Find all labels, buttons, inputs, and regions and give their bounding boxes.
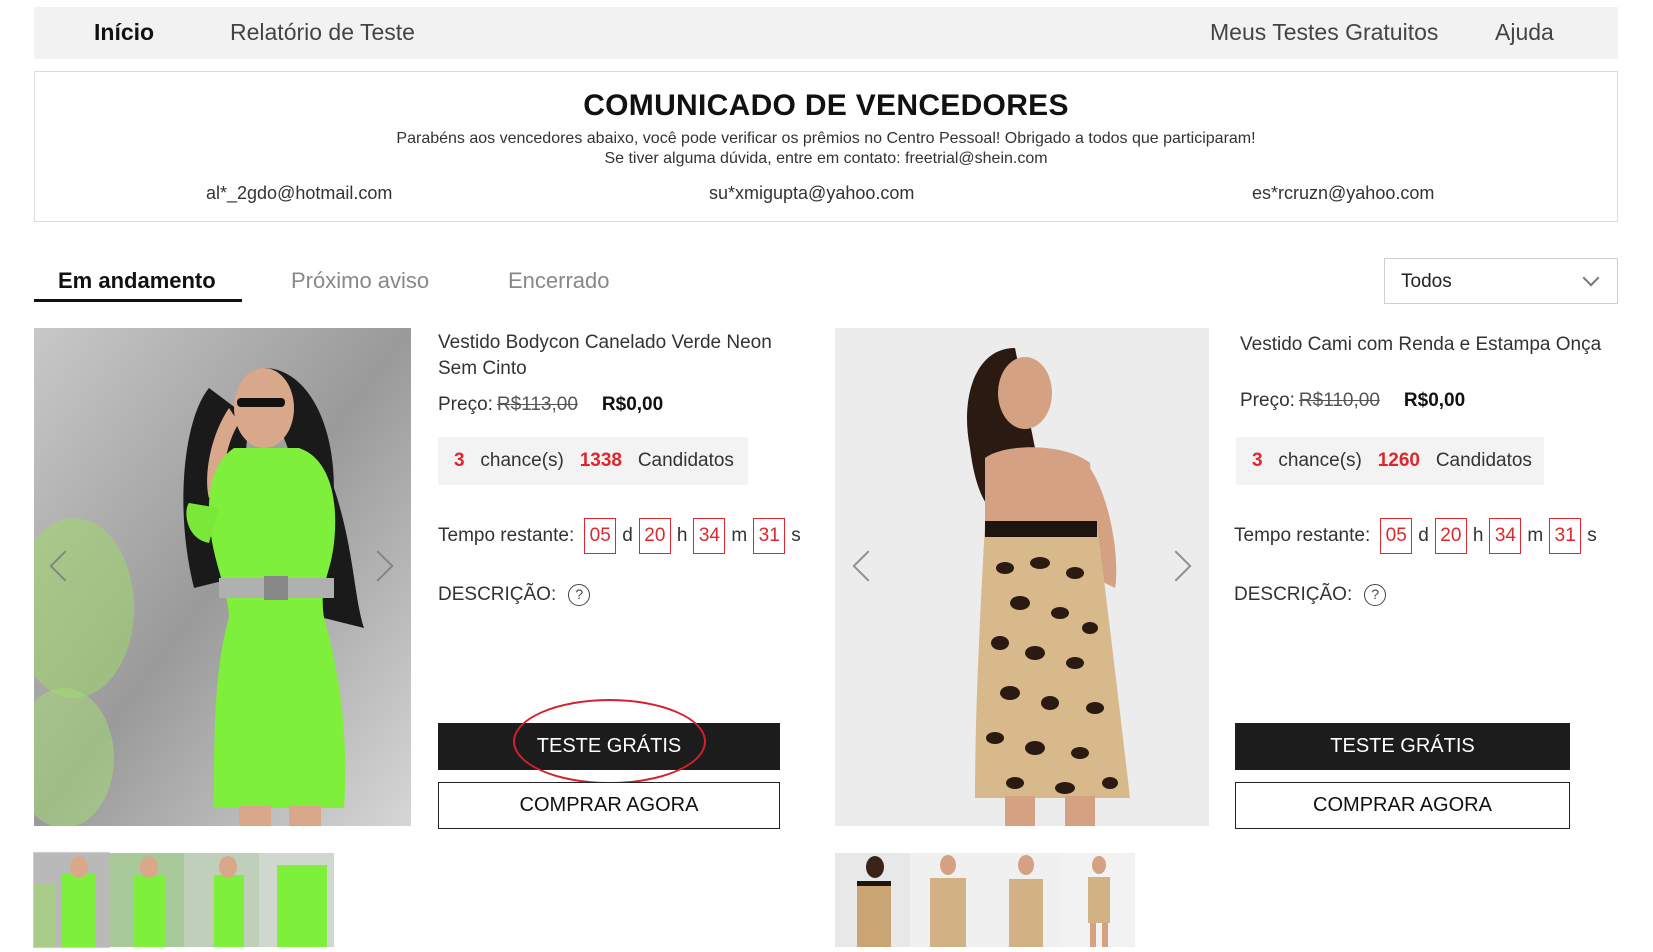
thumbnail-image[interactable] bbox=[985, 853, 1060, 947]
countdown-hours: 20 bbox=[1434, 518, 1467, 554]
product-name[interactable]: Vestido Bodycon Canelado Verde Neon Sem … bbox=[438, 330, 778, 382]
product-name[interactable]: Vestido Cami com Renda e Estampa Onça bbox=[1240, 332, 1610, 358]
product-price: Preço: R$113,00 R$0,00 bbox=[438, 394, 663, 416]
top-nav: Início Relatório de Teste Meus Testes Gr… bbox=[34, 7, 1618, 59]
announcement-contact: Se tiver alguma dúvida, entre em contato… bbox=[604, 150, 1048, 167]
countdown-days: 05 bbox=[584, 518, 617, 554]
unit-seconds: s bbox=[1587, 525, 1597, 546]
time-remaining-label: Tempo restante: bbox=[438, 525, 575, 546]
trial-stats: 3 chance(s) 1338 Candidatos bbox=[438, 437, 748, 485]
active-tab-indicator bbox=[34, 299, 242, 302]
tab-closed[interactable]: Encerrado bbox=[508, 268, 610, 294]
unit-minutes: m bbox=[731, 525, 748, 546]
candidates-label: Candidatos bbox=[1435, 450, 1532, 471]
chances-label: chance(s) bbox=[480, 450, 564, 471]
candidates-count: 1338 bbox=[579, 450, 622, 471]
countdown-minutes: 34 bbox=[693, 518, 726, 554]
trial-stats: 3 chance(s) 1260 Candidatos bbox=[1236, 437, 1544, 485]
free-trial-button[interactable]: TESTE GRÁTIS bbox=[438, 723, 780, 770]
countdown-seconds: 31 bbox=[1549, 518, 1582, 554]
winner-email: al*_2gdo@hotmail.com bbox=[206, 183, 393, 203]
free-trial-button[interactable]: TESTE GRÁTIS bbox=[1235, 723, 1570, 770]
trial-price: R$0,00 bbox=[601, 394, 664, 415]
product-thumbnails bbox=[33, 852, 334, 948]
candidates-count: 1260 bbox=[1377, 450, 1420, 471]
candidates-label: Candidatos bbox=[637, 450, 734, 471]
product-price: Preço: R$110,00 R$0,00 bbox=[1240, 390, 1465, 412]
unit-days: d bbox=[1418, 525, 1429, 546]
trial-price: R$0,00 bbox=[1403, 390, 1466, 411]
winner-email: es*rcruzn@yahoo.com bbox=[1252, 183, 1435, 203]
countdown-days: 05 bbox=[1380, 518, 1413, 554]
unit-days: d bbox=[622, 525, 633, 546]
unit-minutes: m bbox=[1527, 525, 1544, 546]
winners-announcement: COMUNICADO DE VENCEDORES Parabéns aos ve… bbox=[34, 71, 1618, 222]
original-price: R$113,00 bbox=[496, 394, 578, 415]
unit-seconds: s bbox=[791, 525, 801, 546]
nav-help[interactable]: Ajuda bbox=[1495, 19, 1554, 46]
description-label: DESCRIÇÃO: bbox=[438, 584, 557, 605]
buy-now-button[interactable]: COMPRAR AGORA bbox=[438, 782, 780, 829]
help-question-icon[interactable]: ? bbox=[568, 584, 591, 606]
nav-my-free-tests[interactable]: Meus Testes Gratuitos bbox=[1210, 19, 1438, 46]
thumbnail-image[interactable] bbox=[1060, 853, 1135, 947]
time-remaining-label: Tempo restante: bbox=[1234, 525, 1371, 546]
tab-ongoing[interactable]: Em andamento bbox=[58, 268, 216, 294]
countdown-timer: Tempo restante: 05 d 20 h 34 m 31 s bbox=[438, 518, 801, 554]
winner-email: su*xmigupta@yahoo.com bbox=[709, 183, 915, 203]
category-filter-select[interactable]: Todos bbox=[1384, 258, 1618, 304]
filter-value: Todos bbox=[1401, 271, 1452, 292]
product-thumbnails bbox=[835, 853, 1135, 947]
help-question-icon[interactable]: ? bbox=[1364, 584, 1387, 606]
original-price: R$110,00 bbox=[1298, 390, 1380, 411]
thumbnail-image[interactable] bbox=[184, 853, 259, 947]
countdown-hours: 20 bbox=[638, 518, 671, 554]
buy-now-button[interactable]: COMPRAR AGORA bbox=[1235, 782, 1570, 829]
thumbnail-image[interactable] bbox=[835, 853, 910, 947]
product-image-green-dress[interactable] bbox=[34, 328, 411, 826]
chances-label: chance(s) bbox=[1278, 450, 1362, 471]
unit-hours: h bbox=[676, 525, 688, 546]
thumbnail-image[interactable] bbox=[33, 852, 110, 948]
description-label: DESCRIÇÃO: bbox=[1234, 584, 1353, 605]
price-label: Preço: bbox=[1240, 390, 1295, 411]
nav-home[interactable]: Início bbox=[94, 19, 154, 46]
announcement-title: COMUNICADO DE VENCEDORES bbox=[583, 89, 1069, 122]
price-label: Preço: bbox=[438, 394, 493, 415]
tab-upcoming[interactable]: Próximo aviso bbox=[291, 268, 429, 294]
description-row: DESCRIÇÃO: ? bbox=[1234, 584, 1387, 606]
nav-test-report[interactable]: Relatório de Teste bbox=[230, 19, 415, 46]
chances-count: 3 bbox=[1252, 450, 1263, 471]
description-row: DESCRIÇÃO: ? bbox=[438, 584, 591, 606]
thumbnail-image[interactable] bbox=[259, 853, 334, 947]
countdown-timer: Tempo restante: 05 d 20 h 34 m 31 s bbox=[1234, 518, 1597, 554]
thumbnail-image[interactable] bbox=[109, 853, 184, 947]
chevron-down-icon bbox=[1582, 269, 1600, 287]
countdown-minutes: 34 bbox=[1489, 518, 1522, 554]
announcement-message: Parabéns aos vencedores abaixo, você pod… bbox=[396, 130, 1256, 147]
chances-count: 3 bbox=[454, 450, 465, 471]
countdown-seconds: 31 bbox=[753, 518, 786, 554]
product-image-leopard-dress[interactable] bbox=[835, 328, 1209, 826]
unit-hours: h bbox=[1472, 525, 1484, 546]
thumbnail-image[interactable] bbox=[910, 853, 985, 947]
